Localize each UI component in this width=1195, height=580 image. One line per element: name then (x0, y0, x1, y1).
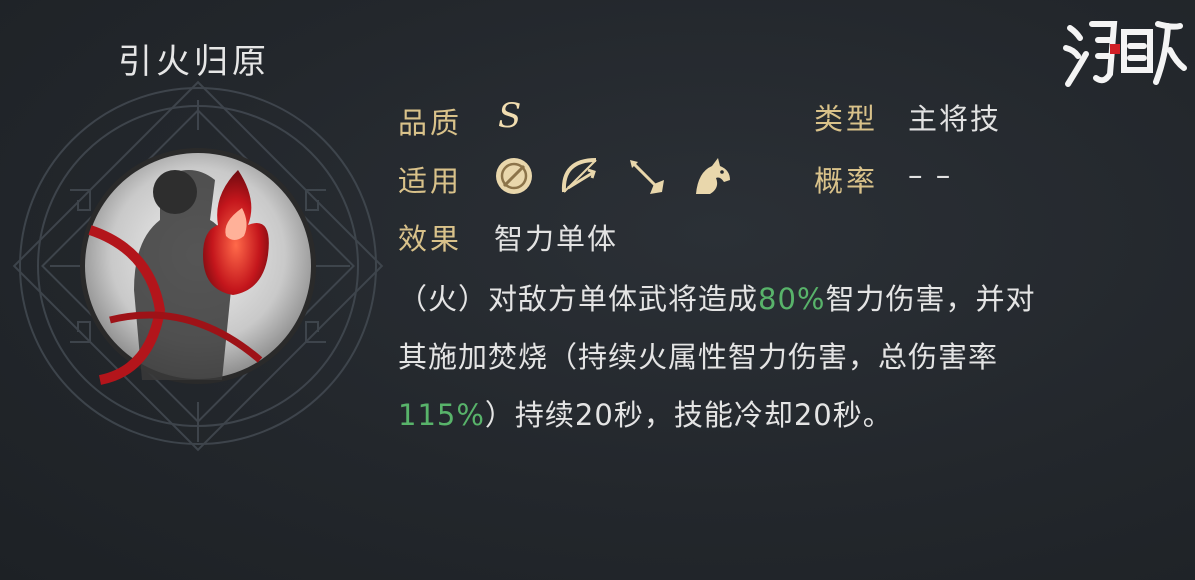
spear-icon (624, 154, 668, 198)
skill-description: （火）对敌方单体武将造成80%智力伤害，并对 其施加焚烧（持续火属性智力伤害，总… (398, 270, 1138, 444)
type-label: 类型 (814, 102, 879, 136)
type-value: 主将技 (908, 102, 1002, 136)
game-logo (1058, 10, 1188, 94)
description-text: （火）对敌方单体武将造成 (398, 282, 759, 316)
description-text: ）持续20秒，技能冷却20秒。 (484, 398, 893, 432)
quality-value: S (498, 96, 524, 136)
bow-icon (558, 154, 602, 198)
quality-label: 品质 (398, 106, 463, 140)
apply-icons (492, 154, 734, 198)
damage-rate-highlight: 80% (758, 282, 826, 316)
skill-portrait-icon (12, 80, 384, 452)
apply-label: 适用 (398, 164, 463, 198)
burn-rate-highlight: 115% (398, 398, 485, 432)
description-line-3: 115%）持续20秒，技能冷却20秒。 (398, 386, 1138, 444)
description-line-2: 其施加焚烧（持续火属性智力伤害，总伤害率 (398, 340, 999, 374)
rate-value: – – (908, 158, 953, 192)
skill-title: 引火归原 (118, 42, 270, 82)
horse-icon (690, 154, 734, 198)
description-line-1: （火）对敌方单体武将造成80%智力伤害，并对 (398, 270, 1138, 328)
skill-detail-panel: 引火归原 品质 S 类型 主将技 适用 概率 – – 效果 智力单体 （火）对敌… (0, 0, 1195, 580)
effect-label: 效果 (398, 222, 463, 256)
rate-label: 概率 (814, 164, 879, 198)
effect-value: 智力单体 (494, 222, 619, 256)
game-logo-icon (1063, 21, 1187, 87)
description-text: 智力伤害，并对 (825, 282, 1036, 316)
skill-emblem (10, 80, 390, 460)
shield-icon (492, 154, 536, 198)
